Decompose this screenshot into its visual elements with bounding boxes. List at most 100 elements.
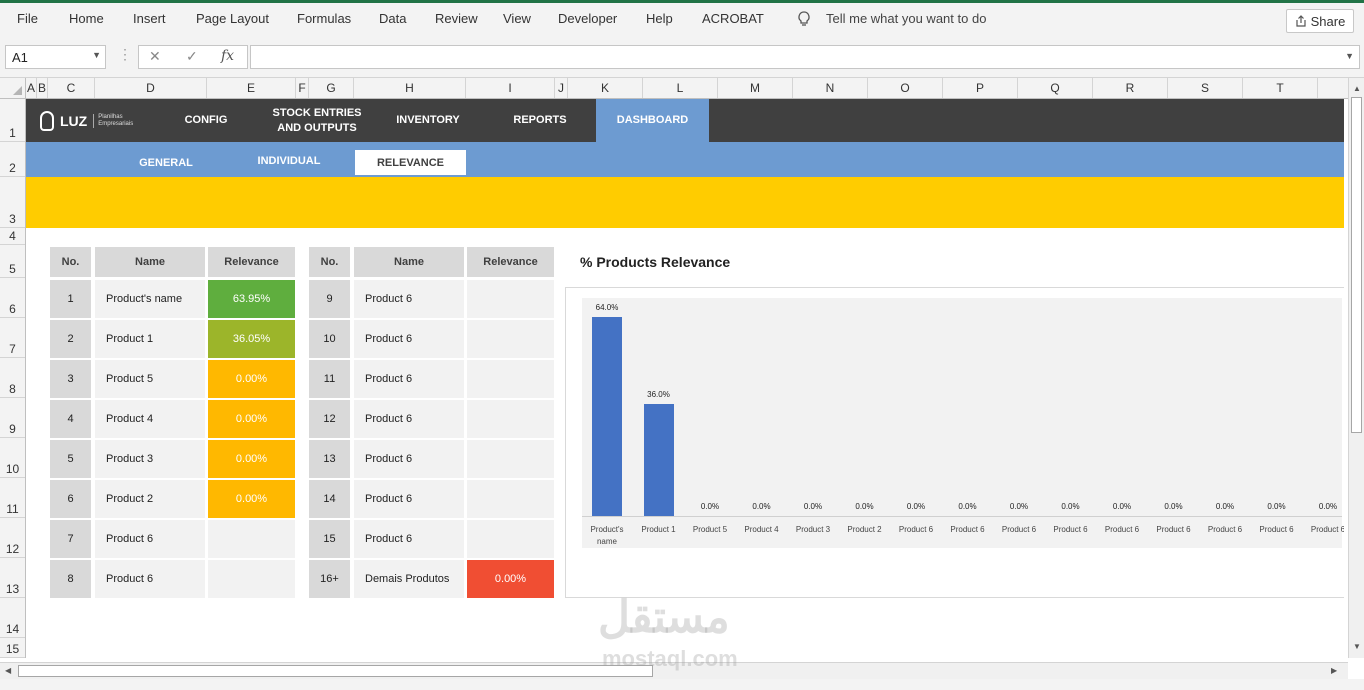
table-row-relevance[interactable] xyxy=(208,560,295,598)
table-row-relevance[interactable]: 0.00% xyxy=(208,440,295,478)
menu-view[interactable]: View xyxy=(503,11,531,26)
column-header-c[interactable]: C xyxy=(48,78,95,98)
table-row-name[interactable]: Product 6 xyxy=(354,400,464,438)
column-header-l[interactable]: L xyxy=(643,78,718,98)
subnav-individual[interactable]: INDIVIDUAL xyxy=(233,148,345,173)
name-box[interactable]: A1 ▼ xyxy=(5,45,106,69)
column-header-s[interactable]: S xyxy=(1168,78,1243,98)
select-all-corner[interactable] xyxy=(0,78,26,98)
table-row-relevance[interactable]: 0.00% xyxy=(208,360,295,398)
column-header-h[interactable]: H xyxy=(354,78,466,98)
table-row-name[interactable]: Product 6 xyxy=(354,520,464,558)
horizontal-scroll-thumb[interactable] xyxy=(18,665,653,677)
scroll-right-icon[interactable]: ▶ xyxy=(1331,666,1337,675)
column-header-g[interactable]: G xyxy=(309,78,354,98)
menu-formulas[interactable]: Formulas xyxy=(297,11,351,26)
menu-help[interactable]: Help xyxy=(646,11,673,26)
row-header-6[interactable]: 6 xyxy=(0,278,25,318)
nav-stock-entries[interactable]: STOCK ENTRIES AND OUTPUTS xyxy=(262,99,372,142)
table-row-relevance[interactable] xyxy=(467,440,554,478)
formula-input[interactable]: ▼ xyxy=(250,45,1360,69)
table-row-relevance[interactable] xyxy=(467,480,554,518)
row-header-9[interactable]: 9 xyxy=(0,398,25,438)
column-header-t[interactable]: T xyxy=(1243,78,1318,98)
row-header-3[interactable]: 3 xyxy=(0,177,25,228)
nav-inventory[interactable]: INVENTORY xyxy=(376,99,480,142)
chart-bar[interactable] xyxy=(643,404,674,516)
table-row-relevance[interactable]: 63.95% xyxy=(208,280,295,318)
table-row-no[interactable]: 7 xyxy=(50,520,91,558)
insert-function-icon[interactable]: fx xyxy=(221,48,234,64)
table-row-name[interactable]: Product 6 xyxy=(354,440,464,478)
row-header-7[interactable]: 7 xyxy=(0,318,25,358)
table-row-relevance[interactable]: 36.05% xyxy=(208,320,295,358)
table-row-name[interactable]: Product 4 xyxy=(95,400,205,438)
table-row-name[interactable]: Product's name xyxy=(95,280,205,318)
nav-dashboard[interactable]: DASHBOARD xyxy=(596,99,709,142)
menu-developer[interactable]: Developer xyxy=(558,11,617,26)
scroll-down-icon[interactable]: ▼ xyxy=(1353,642,1361,651)
subnav-relevance[interactable]: RELEVANCE xyxy=(355,150,466,175)
table-row-relevance[interactable] xyxy=(467,360,554,398)
table-row-relevance[interactable] xyxy=(467,400,554,438)
table-row-no[interactable]: 8 xyxy=(50,560,91,598)
column-header-f[interactable]: F xyxy=(296,78,309,98)
row-header-13[interactable]: 13 xyxy=(0,558,25,598)
table-row-relevance[interactable]: 0.00% xyxy=(208,400,295,438)
row-header-8[interactable]: 8 xyxy=(0,358,25,398)
row-header-2[interactable]: 2 xyxy=(0,142,25,177)
column-header-q[interactable]: Q xyxy=(1018,78,1093,98)
menu-insert[interactable]: Insert xyxy=(133,11,166,26)
scroll-left-icon[interactable]: ◀ xyxy=(5,666,11,675)
menu-acrobat[interactable]: ACROBAT xyxy=(702,11,764,26)
confirm-icon[interactable]: ✓ xyxy=(186,48,198,65)
table-row-no[interactable]: 2 xyxy=(50,320,91,358)
table-row-no[interactable]: 5 xyxy=(50,440,91,478)
row-header-1[interactable]: 1 xyxy=(0,99,25,142)
column-header-o[interactable]: O xyxy=(868,78,943,98)
column-header-r[interactable]: R xyxy=(1093,78,1168,98)
row-header-14[interactable]: 14 xyxy=(0,598,25,638)
column-header-p[interactable]: P xyxy=(943,78,1018,98)
table-row-name[interactable]: Product 6 xyxy=(354,360,464,398)
table-row-name[interactable]: Product 6 xyxy=(354,480,464,518)
menu-file[interactable]: File xyxy=(17,11,38,26)
table-row-name[interactable]: Product 6 xyxy=(354,320,464,358)
row-header-12[interactable]: 12 xyxy=(0,518,25,558)
menu-data[interactable]: Data xyxy=(379,11,406,26)
nav-reports[interactable]: REPORTS xyxy=(486,99,594,142)
table-row-name[interactable]: Product 2 xyxy=(95,480,205,518)
table-row-no[interactable]: 4 xyxy=(50,400,91,438)
column-header-n[interactable]: N xyxy=(793,78,868,98)
row-header-11[interactable]: 11 xyxy=(0,478,25,518)
table-row-no[interactable]: 16+ xyxy=(309,560,350,598)
table-row-no[interactable]: 1 xyxy=(50,280,91,318)
nav-config[interactable]: CONFIG xyxy=(160,99,252,142)
table-row-name[interactable]: Product 6 xyxy=(95,560,205,598)
table-row-no[interactable]: 6 xyxy=(50,480,91,518)
table-row-name[interactable]: Product 6 xyxy=(95,520,205,558)
row-header-4[interactable]: 4 xyxy=(0,228,25,245)
column-header-d[interactable]: D xyxy=(95,78,207,98)
table-row-no[interactable]: 11 xyxy=(309,360,350,398)
table-row-no[interactable]: 15 xyxy=(309,520,350,558)
table-row-relevance[interactable] xyxy=(208,520,295,558)
column-header-m[interactable]: M xyxy=(718,78,793,98)
vertical-scroll-thumb[interactable] xyxy=(1351,97,1362,433)
column-header-a[interactable]: A xyxy=(26,78,37,98)
menu-review[interactable]: Review xyxy=(435,11,478,26)
menu-home[interactable]: Home xyxy=(69,11,104,26)
chart-bar[interactable] xyxy=(592,317,622,516)
row-header-5[interactable]: 5 xyxy=(0,245,25,278)
table-row-relevance[interactable] xyxy=(467,520,554,558)
table-row-no[interactable]: 3 xyxy=(50,360,91,398)
table-row-no[interactable]: 13 xyxy=(309,440,350,478)
table-row-name[interactable]: Demais Produtos xyxy=(354,560,464,598)
table-row-relevance[interactable]: 0.00% xyxy=(208,480,295,518)
table-row-no[interactable]: 14 xyxy=(309,480,350,518)
column-header-e[interactable]: E xyxy=(207,78,296,98)
table-row-no[interactable]: 10 xyxy=(309,320,350,358)
table-row-relevance[interactable] xyxy=(467,280,554,318)
table-row-no[interactable]: 9 xyxy=(309,280,350,318)
vertical-scrollbar[interactable]: ▲ ▼ xyxy=(1348,78,1364,658)
